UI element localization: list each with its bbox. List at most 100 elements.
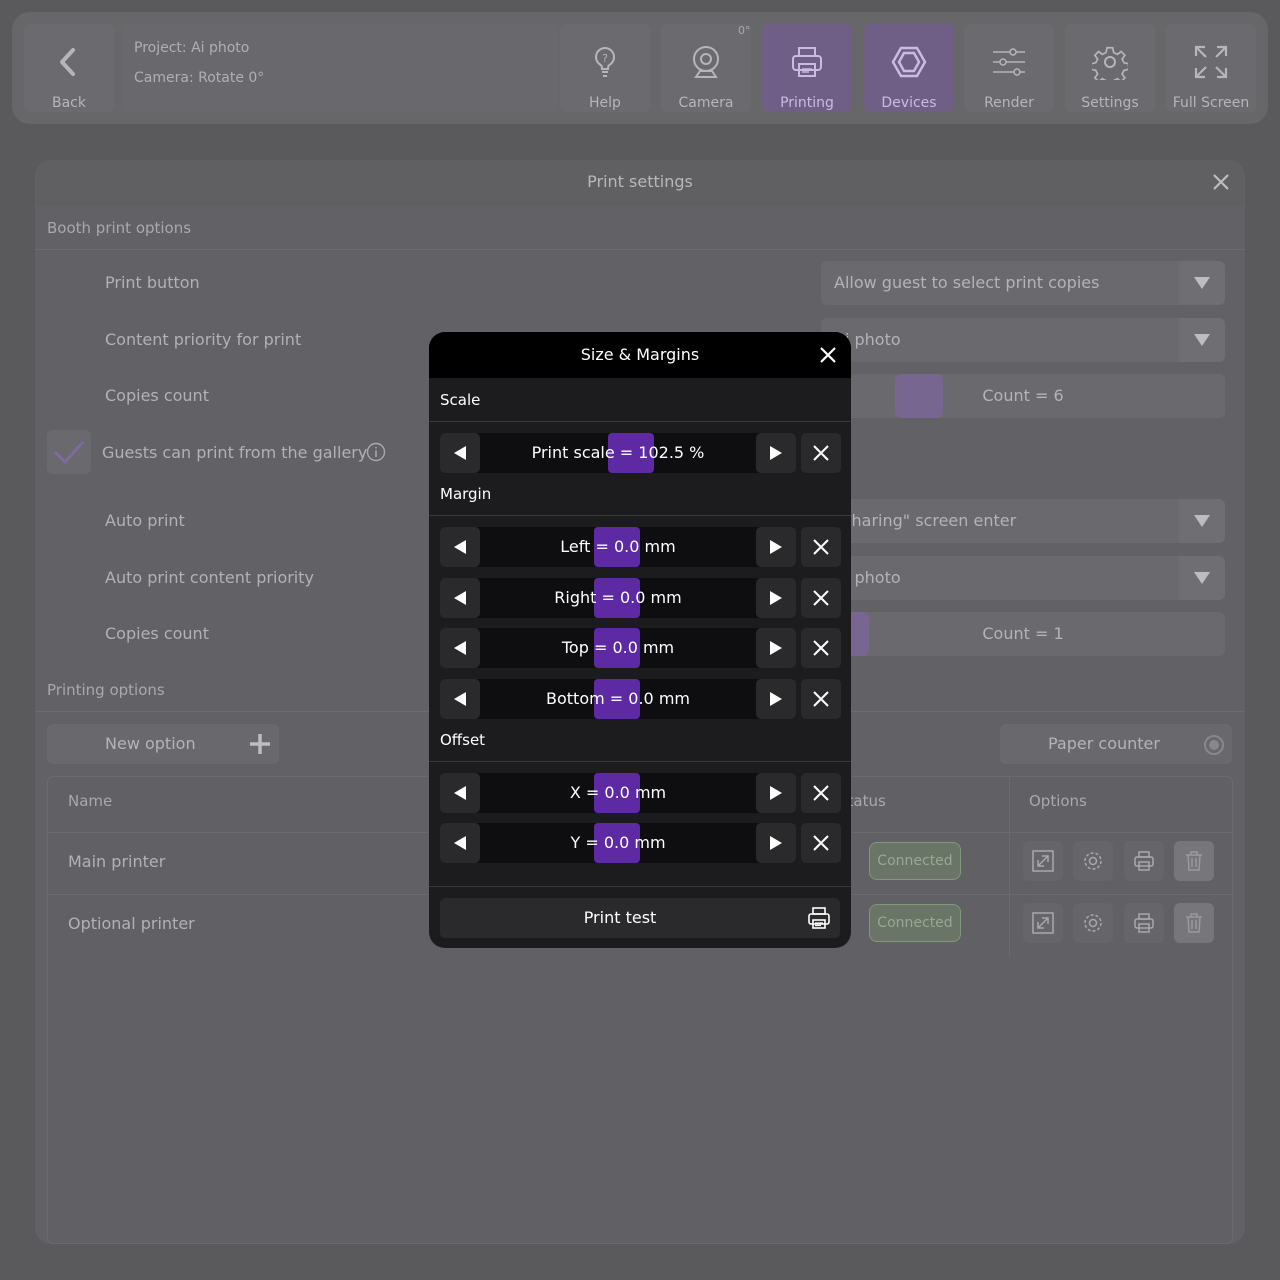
printing-label: Printing bbox=[780, 95, 834, 111]
chevron-down-icon[interactable] bbox=[1179, 499, 1225, 543]
print-button-value: Allow guest to select print copies bbox=[834, 273, 1100, 292]
settings-label: Settings bbox=[1081, 95, 1139, 111]
top-toolbar: Back Project: Ai photo Camera: Rotate 0°… bbox=[12, 12, 1268, 124]
auto-copies-count-slider[interactable]: Count = 1 bbox=[821, 612, 1225, 656]
devices-button[interactable]: Devices bbox=[864, 24, 954, 112]
increase-button[interactable] bbox=[756, 628, 796, 668]
new-option-button[interactable]: New option bbox=[47, 724, 279, 764]
status-badge: Connected bbox=[869, 904, 961, 942]
left-margin-stepper[interactable]: Left = 0.0 mm bbox=[440, 527, 796, 567]
top-margin-stepper[interactable]: Top = 0.0 mm bbox=[440, 628, 796, 668]
reset-left-button[interactable] bbox=[801, 527, 841, 567]
name-column-header: Name bbox=[68, 792, 113, 810]
camera-button[interactable]: Camera bbox=[661, 24, 751, 112]
expand-button[interactable] bbox=[1023, 841, 1063, 881]
increase-button[interactable] bbox=[756, 578, 796, 618]
plus-icon bbox=[250, 734, 270, 754]
reset-scale-button[interactable] bbox=[801, 433, 841, 473]
auto-print-priority-select[interactable]: Ai photo bbox=[821, 556, 1225, 600]
arrow-right-icon bbox=[770, 446, 782, 460]
close-icon bbox=[813, 785, 829, 801]
size-margins-dialog: Size & Margins Scale Print scale = 102.5… bbox=[429, 332, 851, 948]
decrease-button[interactable] bbox=[440, 773, 480, 813]
auto-print-value: "Sharing" screen enter bbox=[834, 511, 1017, 530]
fullscreen-button[interactable]: Full Screen bbox=[1166, 24, 1256, 112]
paper-counter-toggle[interactable]: Paper counter bbox=[1000, 724, 1232, 764]
arrow-left-icon bbox=[454, 641, 466, 655]
increase-button[interactable] bbox=[756, 823, 796, 863]
decrease-button[interactable] bbox=[440, 823, 480, 863]
chevron-down-icon[interactable] bbox=[1179, 261, 1225, 305]
auto-print-select[interactable]: "Sharing" screen enter bbox=[821, 499, 1225, 543]
printer-name: Main printer bbox=[68, 852, 166, 871]
arrow-left-icon bbox=[454, 786, 466, 800]
arrow-right-icon bbox=[770, 692, 782, 706]
booth-print-options-header: Booth print options bbox=[35, 206, 1245, 250]
camera-rotation: Camera: Rotate 0° bbox=[134, 70, 265, 86]
printer-icon bbox=[1134, 851, 1154, 871]
increase-button[interactable] bbox=[756, 433, 796, 473]
content-priority-label: Content priority for print bbox=[105, 330, 302, 349]
print-scale-value: Print scale = 102.5 % bbox=[531, 443, 705, 462]
decrease-button[interactable] bbox=[440, 433, 480, 473]
close-icon bbox=[813, 835, 829, 851]
test-print-button[interactable] bbox=[1124, 841, 1164, 881]
copies-count-slider[interactable]: Count = 6 bbox=[821, 374, 1225, 418]
delete-button[interactable] bbox=[1174, 841, 1214, 881]
close-icon bbox=[813, 590, 829, 606]
x-offset-stepper[interactable]: X = 0.0 mm bbox=[440, 773, 796, 813]
hexagon-icon bbox=[891, 46, 927, 78]
increase-button[interactable] bbox=[756, 679, 796, 719]
checkmark-icon bbox=[53, 440, 85, 465]
bottom-margin-stepper[interactable]: Bottom = 0.0 mm bbox=[440, 679, 796, 719]
chevron-down-icon[interactable] bbox=[1179, 556, 1225, 600]
printer-settings-button[interactable] bbox=[1073, 841, 1113, 881]
test-print-button[interactable] bbox=[1124, 903, 1164, 943]
gallery-print-checkbox[interactable] bbox=[47, 430, 91, 474]
render-button[interactable]: Render bbox=[964, 24, 1054, 112]
reset-x-button[interactable] bbox=[801, 773, 841, 813]
close-icon bbox=[813, 691, 829, 707]
y-offset-stepper[interactable]: Y = 0.0 mm bbox=[440, 823, 796, 863]
arrow-right-icon bbox=[770, 786, 782, 800]
decrease-button[interactable] bbox=[440, 628, 480, 668]
help-button[interactable]: ? Help bbox=[560, 24, 650, 112]
auto-print-label: Auto print bbox=[105, 511, 185, 530]
printer-icon bbox=[792, 47, 822, 77]
close-icon[interactable] bbox=[819, 346, 837, 364]
paper-counter-label: Paper counter bbox=[1048, 734, 1160, 753]
print-test-button[interactable]: Print test bbox=[440, 898, 840, 938]
reset-y-button[interactable] bbox=[801, 823, 841, 863]
top-margin-value: Top = 0.0 mm bbox=[561, 638, 675, 657]
radio-icon[interactable] bbox=[1203, 734, 1225, 756]
chevron-left-icon bbox=[60, 48, 75, 76]
auto-copies-count-value: Count = 1 bbox=[982, 624, 1064, 643]
divider bbox=[429, 886, 851, 887]
print-scale-stepper[interactable]: Print scale = 102.5 % bbox=[440, 433, 796, 473]
arrow-left-icon bbox=[454, 591, 466, 605]
reset-top-button[interactable] bbox=[801, 628, 841, 668]
increase-button[interactable] bbox=[756, 527, 796, 567]
content-priority-select[interactable]: Ai photo bbox=[821, 318, 1225, 362]
reset-bottom-button[interactable] bbox=[801, 679, 841, 719]
back-button[interactable]: Back bbox=[24, 24, 114, 112]
delete-button[interactable] bbox=[1174, 903, 1214, 943]
decrease-button[interactable] bbox=[440, 679, 480, 719]
close-icon[interactable] bbox=[1211, 172, 1231, 192]
printing-button[interactable]: Printing bbox=[762, 24, 852, 112]
scale-section-header: Scale bbox=[429, 378, 851, 422]
decrease-button[interactable] bbox=[440, 578, 480, 618]
decrease-button[interactable] bbox=[440, 527, 480, 567]
increase-button[interactable] bbox=[756, 773, 796, 813]
chevron-down-icon[interactable] bbox=[1179, 318, 1225, 362]
gallery-print-label: Guests can print from the gallery bbox=[102, 443, 368, 462]
settings-button[interactable]: Settings bbox=[1065, 24, 1155, 112]
info-icon[interactable] bbox=[366, 442, 386, 462]
right-margin-stepper[interactable]: Right = 0.0 mm bbox=[440, 578, 796, 618]
arrow-left-icon bbox=[454, 692, 466, 706]
reset-right-button[interactable] bbox=[801, 578, 841, 618]
printer-settings-button[interactable] bbox=[1073, 903, 1113, 943]
expand-button[interactable] bbox=[1023, 903, 1063, 943]
print-button-select[interactable]: Allow guest to select print copies bbox=[821, 261, 1225, 305]
close-icon bbox=[813, 539, 829, 555]
